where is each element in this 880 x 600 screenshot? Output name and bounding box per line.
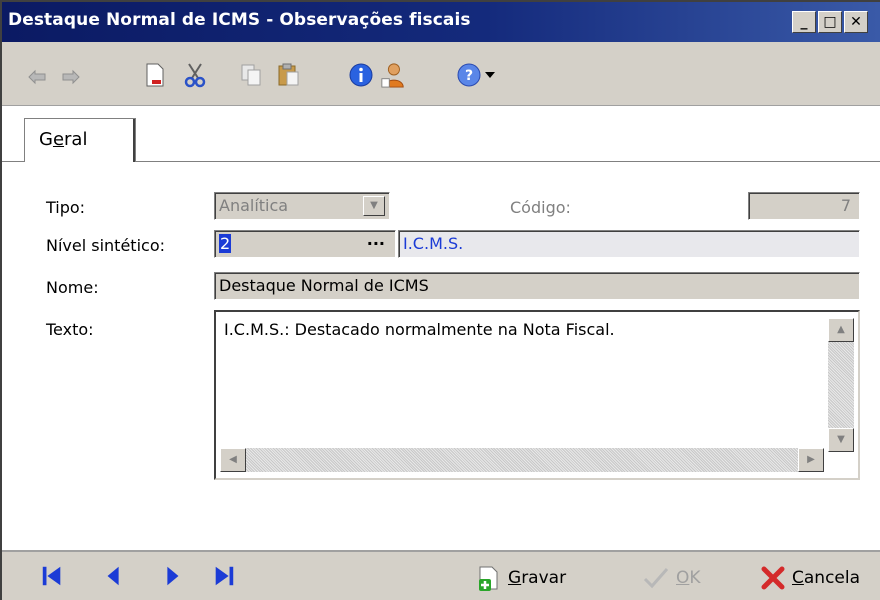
bottom-bar: Gravar OK Cancela [2, 550, 880, 600]
ok-accelerator: O [676, 568, 690, 588]
codigo-value: 7 [840, 196, 851, 215]
horizontal-scrollbar[interactable]: ◀ ▶ [220, 448, 824, 472]
scroll-up-icon[interactable]: ▲ [828, 318, 854, 342]
maximize-icon: □ [823, 14, 837, 30]
toolbar: ? [2, 42, 880, 106]
codigo-label: Código: [510, 198, 571, 217]
scroll-right-icon[interactable]: ▶ [798, 448, 824, 472]
help-icon[interactable]: ? [456, 62, 482, 88]
nivel-description-text: I.C.M.S. [403, 234, 464, 253]
tab-label-rest: ral [64, 129, 88, 150]
tipo-select[interactable]: Analítica ▼ [214, 192, 390, 220]
tab-label: G [39, 129, 53, 150]
window-title: Destaque Normal de ICMS - Observações fi… [8, 10, 471, 30]
nivel-description: I.C.M.S. [398, 230, 860, 258]
gravar-accelerator: G [508, 568, 522, 588]
redo-icon[interactable] [58, 62, 84, 88]
ok-button[interactable]: OK [642, 564, 701, 592]
save-icon [479, 566, 498, 591]
cancela-label: ancela [803, 568, 861, 588]
texto-value: I.C.M.S.: Destacado normalmente na Nota … [224, 320, 615, 339]
previous-record-icon[interactable] [102, 564, 126, 588]
tab-label-accelerator: e [52, 129, 65, 150]
ok-label: K [689, 568, 701, 588]
texto-textarea[interactable]: I.C.M.S.: Destacado normalmente na Nota … [214, 310, 860, 480]
close-button[interactable]: ✕ [844, 11, 868, 33]
gravar-button[interactable]: Gravar [476, 564, 566, 592]
gravar-label: ravar [521, 568, 567, 588]
user-icon[interactable] [380, 62, 406, 88]
maximize-button[interactable]: □ [818, 11, 842, 33]
title-bar: Destaque Normal de ICMS - Observações fi… [2, 2, 880, 42]
nivel-input[interactable]: 2 ··· [214, 230, 396, 258]
vertical-scrollbar[interactable]: ▲ ▼ [828, 318, 854, 452]
next-record-icon[interactable] [160, 564, 184, 588]
nivel-value: 2 [219, 234, 232, 253]
scroll-down-icon[interactable]: ▼ [828, 428, 854, 452]
minimize-icon: _ [800, 14, 808, 30]
dropdown-arrow-icon[interactable] [482, 62, 498, 88]
cancela-button[interactable]: Cancela [760, 564, 860, 592]
cut-icon[interactable] [182, 62, 208, 88]
svg-text:?: ? [465, 68, 473, 84]
nivel-label: Nível sintético: [46, 236, 165, 255]
new-document-icon[interactable] [142, 62, 168, 88]
codigo-field: 7 [748, 192, 860, 220]
tipo-dropdown-button[interactable]: ▼ [363, 196, 385, 216]
cancel-x-icon [761, 566, 785, 590]
nome-value: Destaque Normal de ICMS [219, 276, 429, 295]
texto-label: Texto: [46, 320, 94, 339]
last-record-icon[interactable] [212, 564, 236, 588]
paste-icon[interactable] [276, 62, 302, 88]
nome-label: Nome: [46, 278, 99, 297]
dialog-window: Destaque Normal de ICMS - Observações fi… [0, 0, 880, 600]
undo-icon[interactable] [24, 62, 50, 88]
copy-icon[interactable] [238, 62, 264, 88]
minimize-button[interactable]: _ [792, 11, 816, 33]
tipo-label: Tipo: [46, 198, 86, 217]
checkmark-icon [643, 568, 669, 589]
tab-strip: Geral [2, 106, 880, 162]
cancela-accelerator: C [792, 568, 804, 588]
scroll-left-icon[interactable]: ◀ [220, 448, 246, 472]
first-record-icon[interactable] [40, 564, 64, 588]
nivel-lookup-button[interactable]: ··· [367, 231, 385, 257]
tab-geral[interactable]: Geral [24, 118, 136, 162]
nome-input[interactable]: Destaque Normal de ICMS [214, 272, 860, 300]
info-icon[interactable] [348, 62, 374, 88]
tipo-value: Analítica [219, 196, 289, 215]
close-icon: ✕ [850, 14, 862, 30]
